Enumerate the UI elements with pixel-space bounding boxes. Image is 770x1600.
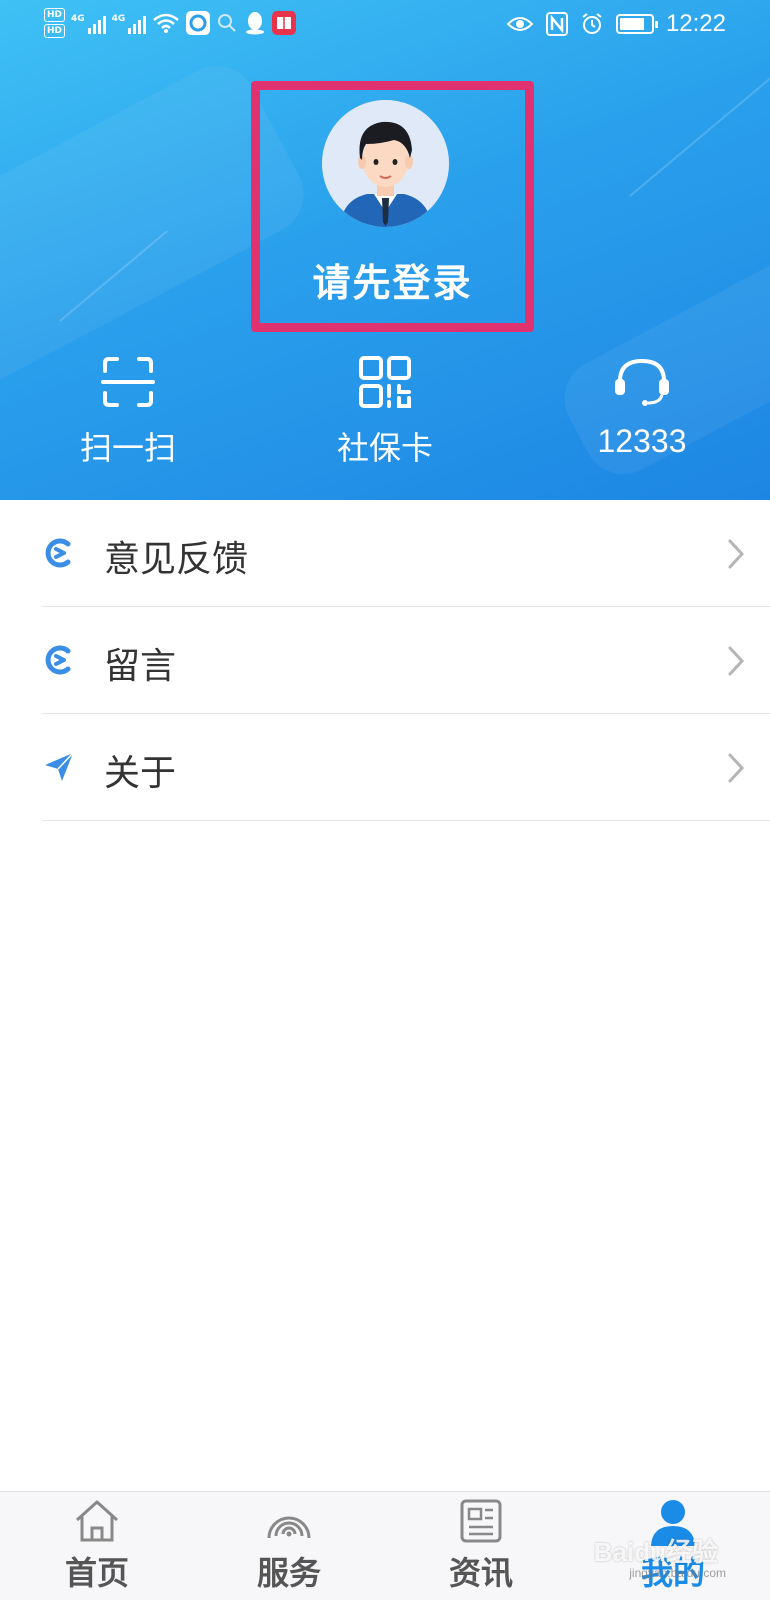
quick-action-label: 12333 xyxy=(597,423,687,459)
quick-action-hotline[interactable]: 12333 xyxy=(542,355,742,460)
status-bar: HD HD 4G 4G 12:22 xyxy=(0,0,770,50)
avatar[interactable] xyxy=(322,100,449,227)
menu-item-label: 关于 xyxy=(104,753,177,794)
hd-badge-2: HD xyxy=(44,24,66,38)
nav-label: 首页 xyxy=(64,1554,129,1592)
battery-icon xyxy=(615,14,658,34)
quick-action-scan[interactable]: 扫一扫 xyxy=(28,355,228,469)
scan-icon xyxy=(101,357,155,407)
baidu-watermark-url: jingyan.baidu.com xyxy=(629,1566,726,1580)
chevron-right-icon xyxy=(728,753,745,783)
menu-item-label: 留言 xyxy=(104,646,177,687)
home-icon xyxy=(75,1500,119,1542)
menu-item-feedback[interactable]: 意见反馈 xyxy=(42,500,770,607)
menu-item-label: 意见反馈 xyxy=(104,539,249,580)
nav-news[interactable]: 资讯 xyxy=(411,1492,551,1600)
app-notification-icon xyxy=(186,11,211,35)
status-bar-left: HD HD 4G 4G xyxy=(44,8,297,38)
nav-label: 资讯 xyxy=(448,1554,513,1592)
quick-action-label: 社保卡 xyxy=(336,429,433,467)
hd-badges: HD HD xyxy=(44,8,66,38)
message-icon xyxy=(45,645,71,675)
nav-home[interactable]: 首页 xyxy=(27,1492,167,1600)
quick-action-label: 扫一扫 xyxy=(79,429,176,467)
signal-icon: 4G xyxy=(71,12,106,34)
status-time: 12:22 xyxy=(665,10,726,37)
search-icon xyxy=(218,14,237,32)
feedback-icon xyxy=(45,538,71,568)
service-icon xyxy=(267,1516,311,1539)
headset-icon xyxy=(615,358,669,406)
qq-icon xyxy=(246,12,265,35)
menu-item-message[interactable]: 留言 xyxy=(42,607,770,714)
network-type-1: 4G xyxy=(71,14,85,24)
chevron-right-icon xyxy=(728,646,745,676)
book-app-icon xyxy=(272,11,297,35)
location-arrow-icon xyxy=(45,752,74,781)
hd-badge-1: HD xyxy=(44,8,66,22)
status-bar-right: 12:22 xyxy=(506,10,726,38)
chevron-right-icon xyxy=(728,539,745,569)
alarm-icon xyxy=(582,13,602,34)
signal-icon: 4G xyxy=(112,12,147,34)
qrcode-icon xyxy=(359,356,411,408)
menu-list: 意见反馈 留言 关于 xyxy=(0,500,770,821)
nav-label: 服务 xyxy=(256,1554,321,1592)
nfc-icon xyxy=(545,12,568,36)
eye-icon xyxy=(506,17,534,31)
wifi-icon xyxy=(153,13,180,33)
header-decoration-line xyxy=(629,66,770,197)
menu-item-about[interactable]: 关于 xyxy=(42,714,770,821)
avatar-man-icon xyxy=(322,100,449,227)
news-icon xyxy=(460,1499,502,1543)
baidu-watermark: Baidu经验 xyxy=(593,1537,718,1567)
login-prompt[interactable]: 请先登录 xyxy=(251,252,534,307)
network-type-2: 4G xyxy=(111,14,126,24)
nav-service[interactable]: 服务 xyxy=(219,1492,359,1600)
quick-action-social-card[interactable]: 社保卡 xyxy=(285,355,485,469)
